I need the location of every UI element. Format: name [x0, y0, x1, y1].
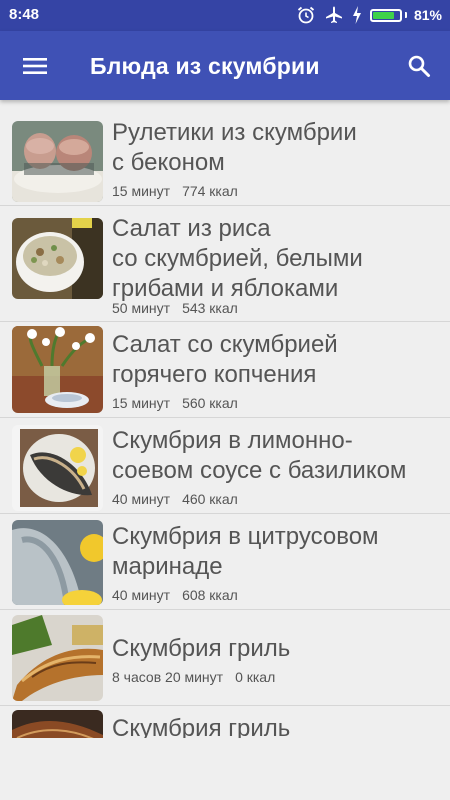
recipe-thumbnail — [12, 425, 103, 511]
recipe-kcal: 0 ккал — [235, 669, 276, 685]
battery-indicator: 81% — [369, 7, 442, 23]
recipe-thumbnail — [12, 326, 103, 413]
recipe-list: Рулетики из скумбрии с беконом 15 минут 77… — [0, 110, 450, 738]
recipe-thumbnail — [12, 710, 103, 738]
search-button[interactable] — [398, 45, 440, 87]
recipe-thumbnail — [12, 615, 103, 701]
status-time: 8:48 — [9, 6, 40, 23]
recipe-time: 40 минут — [112, 587, 171, 603]
recipe-time: 15 минут — [112, 183, 171, 199]
recipe-item-3[interactable]: Скумбрия в лимонно-соевом соусе с базили… — [0, 418, 450, 514]
search-icon — [408, 55, 430, 77]
recipe-time: 15 минут — [112, 395, 171, 411]
recipe-meta: 50 минут 543 ккал — [112, 300, 238, 316]
hamburger-menu-icon — [23, 58, 47, 74]
recipe-item-6[interactable]: Скумбрия гриль — [0, 706, 450, 738]
recipe-thumbnail — [12, 218, 103, 299]
recipe-kcal: 560 ккал — [182, 395, 238, 411]
app-screen: 8:48 81% Блюда из скумбрии Рулетики из с… — [0, 0, 450, 800]
recipe-item-0[interactable]: Рулетики из скумбрии с беконом 15 минут 77… — [0, 110, 450, 206]
recipe-time: 40 минут — [112, 491, 171, 507]
recipe-title: Скумбрия в цитрусовом маринаде — [112, 523, 379, 580]
recipe-kcal: 774 ккал — [182, 183, 238, 199]
recipe-title: Скумбрия гриль — [112, 715, 291, 738]
recipe-kcal: 460 ккал — [182, 491, 238, 507]
recipe-item-5[interactable]: Скумбрия гриль 8 часов 20 минут 0 ккал — [0, 610, 450, 706]
recipe-meta: 15 минут 774 ккал — [112, 183, 238, 199]
status-bar: 8:48 81% — [0, 0, 450, 31]
recipe-title: Скумбрия в лимонно-соевом соусе с базили… — [112, 427, 407, 484]
recipe-thumbnail — [12, 520, 103, 605]
recipe-item-2[interactable]: Салат со скумбрией горячего копчения 15 м… — [0, 322, 450, 418]
recipe-meta: 40 минут 460 ккал — [112, 491, 238, 507]
recipe-title: Рулетики из скумбрии с беконом — [112, 119, 357, 176]
app-bar: Блюда из скумбрии — [0, 31, 450, 100]
recipe-item-1[interactable]: Салат из риса со скумбрией, белыми грибами… — [0, 206, 450, 322]
recipe-thumbnail — [12, 121, 103, 202]
charging-icon — [352, 5, 362, 25]
recipe-meta: 15 минут 560 ккал — [112, 395, 238, 411]
status-icons: 81% — [296, 5, 442, 25]
recipe-kcal: 608 ккал — [182, 587, 238, 603]
recipe-title: Скумбрия гриль — [112, 635, 291, 662]
recipe-time: 8 часов 20 минут — [112, 669, 224, 685]
battery-icon — [369, 8, 402, 22]
recipe-title: Салат из риса со скумбрией, белыми грибами… — [112, 215, 363, 302]
recipe-meta: 40 минут 608 ккал — [112, 587, 238, 603]
battery-percent: 81% — [413, 7, 442, 23]
recipe-item-4[interactable]: Скумбрия в цитрусовом маринаде 40 минут 60… — [0, 514, 450, 610]
recipe-meta: 8 часов 20 минут 0 ккал — [112, 669, 275, 685]
recipe-kcal: 543 ккал — [182, 300, 238, 316]
airplane-icon — [324, 5, 344, 25]
menu-button[interactable] — [14, 45, 56, 87]
page-title: Блюда из скумбрии — [90, 53, 320, 79]
alarm-icon — [296, 5, 316, 25]
recipe-title: Салат со скумбрией горячего копчения — [112, 331, 338, 388]
recipe-time: 50 минут — [112, 300, 171, 316]
